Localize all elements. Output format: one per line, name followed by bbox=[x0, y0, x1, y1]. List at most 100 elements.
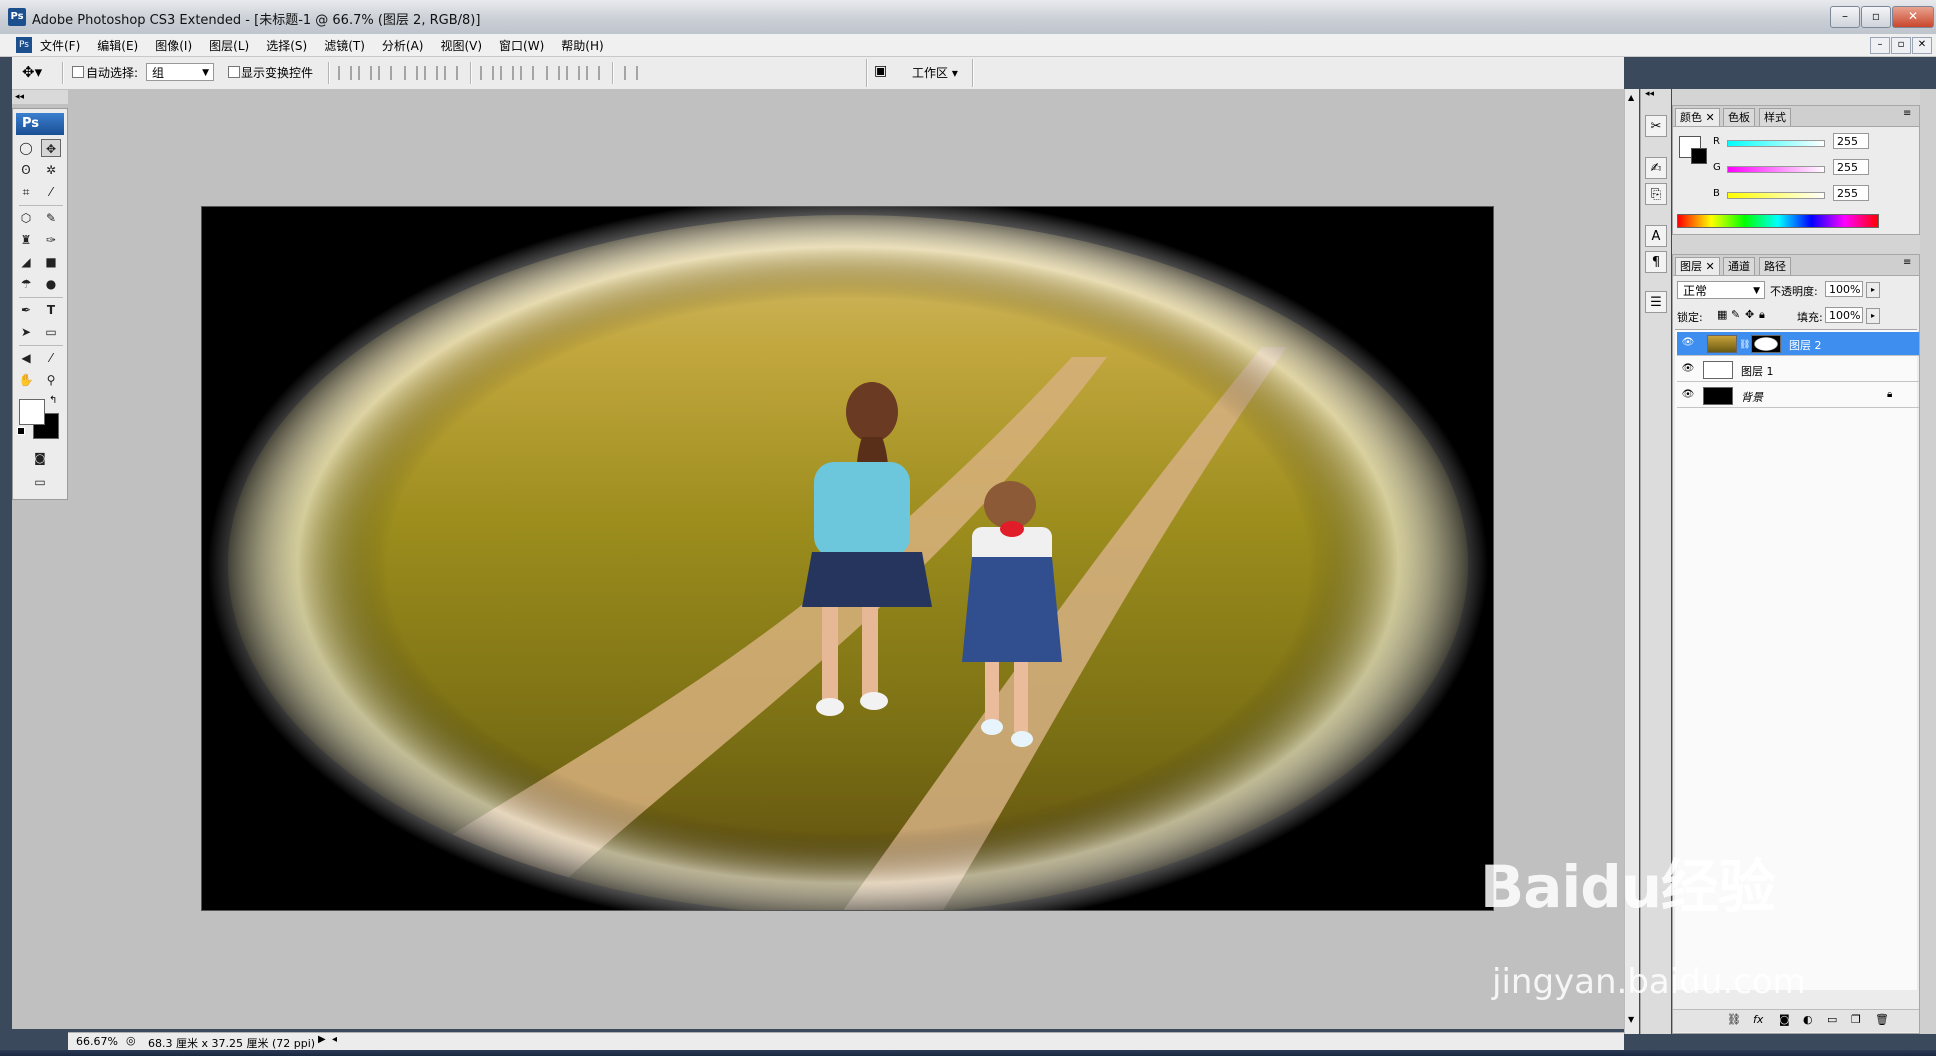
doc-restore-button[interactable]: ▫ bbox=[1891, 37, 1911, 54]
tools-preset-icon[interactable]: ✂ bbox=[1645, 115, 1667, 137]
background-layer-name[interactable]: 背景 bbox=[1741, 389, 1763, 405]
blur-tool-icon[interactable]: ☂ bbox=[16, 275, 36, 293]
layer-row-1[interactable]: 👁︎ 图层 1 bbox=[1677, 358, 1919, 382]
move-tool-icon[interactable]: ✥ bbox=[41, 139, 61, 157]
brushes-icon[interactable]: ✍ bbox=[1645, 157, 1667, 179]
doc-close-button[interactable]: ✕ bbox=[1912, 37, 1932, 54]
scroll-left-arrow-icon[interactable]: ◂ bbox=[332, 1034, 337, 1045]
healing-brush-tool-icon[interactable]: ⬡ bbox=[16, 209, 36, 227]
dodge-tool-icon[interactable]: ● bbox=[41, 275, 61, 293]
channel-b-slider[interactable] bbox=[1727, 192, 1825, 199]
move-tool-preset-icon[interactable]: ✥▾ bbox=[22, 63, 42, 81]
layer-comps-icon[interactable]: ☰ bbox=[1645, 291, 1667, 313]
workspace-menu[interactable]: 工作区 ▾ bbox=[912, 64, 958, 81]
menu-image[interactable]: 图像(I) bbox=[153, 37, 194, 54]
crop-tool-icon[interactable]: ⌗ bbox=[16, 183, 36, 201]
eye-icon[interactable]: 👁︎ bbox=[1681, 337, 1695, 349]
type-tool-icon[interactable]: T bbox=[41, 301, 61, 319]
tab-styles[interactable]: 样式 bbox=[1759, 108, 1791, 126]
path-selection-tool-icon[interactable]: ➤ bbox=[16, 323, 36, 341]
layer-2-name[interactable]: 图层 2 bbox=[1789, 337, 1822, 353]
tab-layers[interactable]: 图层 ✕ bbox=[1675, 257, 1720, 275]
eye-icon[interactable]: 👁︎ bbox=[1681, 389, 1695, 401]
layer-style-icon[interactable]: fx bbox=[1753, 1013, 1763, 1026]
default-colors-icon[interactable] bbox=[17, 427, 25, 435]
lock-pixels-icon[interactable]: ✎ bbox=[1731, 308, 1740, 321]
swap-colors-icon[interactable]: ↰ bbox=[49, 395, 57, 406]
pen-tool-icon[interactable]: ✒ bbox=[16, 301, 36, 319]
add-mask-icon[interactable]: ◙ bbox=[1779, 1013, 1790, 1026]
shape-tool-icon[interactable]: ▭ bbox=[41, 323, 61, 341]
opacity-arrow-icon[interactable]: ▸ bbox=[1866, 282, 1880, 298]
channel-r-slider[interactable] bbox=[1727, 140, 1825, 147]
distribute-left-icon[interactable] bbox=[546, 66, 560, 80]
doc-minimize-button[interactable]: – bbox=[1870, 37, 1890, 54]
eye-icon[interactable]: 👁︎ bbox=[1681, 363, 1695, 375]
auto-select-dropdown[interactable]: 组 ▼ bbox=[146, 63, 214, 81]
magic-wand-tool-icon[interactable]: ✲ bbox=[41, 161, 61, 179]
screen-mode-icon[interactable]: ▭ bbox=[30, 473, 50, 491]
new-layer-icon[interactable]: ❐ bbox=[1851, 1013, 1861, 1026]
color-background-swatch[interactable] bbox=[1691, 148, 1707, 164]
channel-r-value[interactable]: 255 bbox=[1833, 133, 1869, 149]
lock-all-icon[interactable]: 🔒︎ bbox=[1759, 308, 1765, 322]
menu-window[interactable]: 窗口(W) bbox=[497, 37, 546, 54]
panel-menu-icon[interactable]: ≡ bbox=[1903, 257, 1911, 268]
distribute-hcenter-icon[interactable] bbox=[566, 66, 580, 80]
menu-view[interactable]: 视图(V) bbox=[438, 37, 484, 54]
layer-row-2[interactable]: 👁︎ ⛓︎ 图层 2 bbox=[1677, 332, 1919, 356]
toolbox-collapse-icon[interactable]: ◂◂ bbox=[12, 90, 68, 104]
chain-link-icon[interactable]: ⛓︎ bbox=[1739, 340, 1750, 350]
align-left-icon[interactable] bbox=[404, 66, 418, 80]
new-group-icon[interactable]: ▭ bbox=[1827, 1013, 1837, 1026]
auto-align-layers-icon[interactable] bbox=[624, 66, 638, 80]
close-button[interactable]: ✕ bbox=[1892, 6, 1934, 28]
tab-swatches[interactable]: 色板 bbox=[1723, 108, 1755, 126]
notes-tool-icon[interactable]: ◀ bbox=[16, 349, 36, 367]
layer-1-name[interactable]: 图层 1 bbox=[1741, 363, 1774, 379]
opacity-value[interactable]: 100% bbox=[1825, 281, 1863, 297]
scroll-up-arrow-icon[interactable]: ▲ bbox=[1628, 93, 1634, 102]
align-hcenter-icon[interactable] bbox=[424, 66, 438, 80]
lock-position-icon[interactable]: ✥ bbox=[1745, 308, 1754, 321]
layer-row-background[interactable]: 👁︎ 背景 🔒︎ bbox=[1677, 384, 1919, 408]
character-panel-icon[interactable]: A bbox=[1645, 225, 1667, 247]
menu-help[interactable]: 帮助(H) bbox=[559, 37, 605, 54]
align-top-icon[interactable] bbox=[338, 66, 352, 80]
history-brush-tool-icon[interactable]: ✑ bbox=[41, 231, 61, 249]
status-menu-arrow-icon[interactable]: ▶ bbox=[318, 1034, 326, 1045]
menu-layer[interactable]: 图层(L) bbox=[207, 37, 251, 54]
distribute-bottom-icon[interactable] bbox=[520, 66, 534, 80]
slice-tool-icon[interactable]: ⁄ bbox=[41, 183, 61, 201]
quick-mask-icon[interactable]: ◙ bbox=[30, 449, 50, 467]
marquee-tool-icon[interactable]: ◯ bbox=[16, 139, 36, 157]
color-spectrum-ramp[interactable] bbox=[1677, 214, 1879, 228]
tab-paths[interactable]: 路径 bbox=[1759, 257, 1791, 275]
minimize-button[interactable]: – bbox=[1830, 6, 1860, 28]
menu-select[interactable]: 选择(S) bbox=[264, 37, 309, 54]
zoom-tool-icon[interactable]: ⚲ bbox=[41, 371, 61, 389]
hand-tool-icon[interactable]: ✋ bbox=[16, 371, 36, 389]
channel-g-value[interactable]: 255 bbox=[1833, 159, 1869, 175]
lasso-tool-icon[interactable]: ʘ bbox=[16, 161, 36, 179]
zoom-level[interactable]: 66.67% bbox=[76, 1035, 118, 1048]
fill-arrow-icon[interactable]: ▸ bbox=[1866, 308, 1880, 324]
eyedropper-tool-icon[interactable]: ⁄ bbox=[41, 349, 61, 367]
fill-value[interactable]: 100% bbox=[1825, 307, 1863, 323]
tab-color[interactable]: 颜色 ✕ bbox=[1675, 108, 1720, 126]
panel-menu-icon[interactable]: ≡ bbox=[1903, 108, 1911, 119]
menu-file[interactable]: 文件(F) bbox=[38, 37, 82, 54]
eraser-tool-icon[interactable]: ◢ bbox=[16, 253, 36, 271]
maximize-button[interactable]: ▫ bbox=[1861, 6, 1891, 28]
foreground-color-swatch-top[interactable] bbox=[19, 399, 45, 425]
layer-2-mask-thumbnail[interactable] bbox=[1751, 335, 1781, 353]
scroll-down-arrow-icon[interactable]: ▼ bbox=[1628, 1015, 1634, 1024]
adjustment-layer-icon[interactable]: ◐ bbox=[1803, 1013, 1813, 1026]
channel-b-value[interactable]: 255 bbox=[1833, 185, 1869, 201]
menu-analysis[interactable]: 分析(A) bbox=[380, 37, 426, 54]
gradient-tool-icon[interactable]: ■ bbox=[41, 253, 61, 271]
distribute-top-icon[interactable] bbox=[480, 66, 494, 80]
channel-g-slider[interactable] bbox=[1727, 166, 1825, 173]
paragraph-panel-icon[interactable]: ¶ bbox=[1645, 251, 1667, 273]
distribute-right-icon[interactable] bbox=[586, 66, 600, 80]
